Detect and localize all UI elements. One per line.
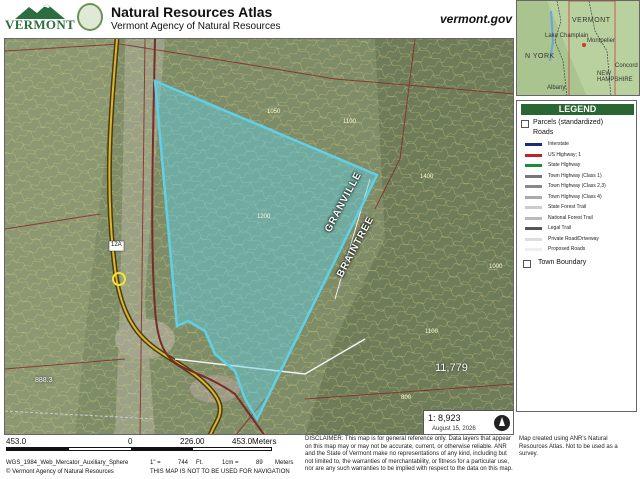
inset-label-concord: Concord <box>615 63 638 69</box>
credit-text: Map created using ANR's Natural Resource… <box>519 436 618 457</box>
legend-road-swatch <box>525 248 542 251</box>
inset-locator-map[interactable]: VERMONT Lake Champlain Montpelier N YORK… <box>516 0 640 96</box>
legend-road-label: Legal Trail <box>548 225 572 231</box>
legend-road-label: Town Highway (Class 1) <box>548 172 602 179</box>
map-date: August 15, 2026 <box>432 426 476 432</box>
contour-label: 1000 <box>489 264 503 270</box>
vermont-logo[interactable]: VERMONT <box>5 3 75 33</box>
inset-label-montpelier: Montpelier <box>587 38 616 44</box>
town-boundary-checkbox[interactable] <box>523 260 531 268</box>
legend-parcels-label: Parcels (standardized) <box>533 119 604 126</box>
legend-roads-label: Roads <box>533 129 554 136</box>
contour-label: 1100 <box>343 119 356 125</box>
scalebar-label: 0 <box>128 437 133 446</box>
route-shield: 12A <box>111 242 122 248</box>
legend-road-label: Private Road/Driveway <box>548 235 599 242</box>
scale-ratio: 1: 8,923 <box>428 413 461 423</box>
legend-road-label: Town Highway (Class 4) <box>548 193 602 200</box>
app-subtitle: Vermont Agency of Natural Resources <box>111 21 281 32</box>
ratio-cm-label: 1cm = <box>222 460 239 466</box>
projection-label: WGS_1984_Web_Mercator_Auxiliary_Sphere <box>6 460 129 466</box>
footer-bar: 453.0 0 226.00 453.0Meters WGS_1984_Web_… <box>0 436 640 479</box>
contour-label: 1100 <box>425 329 438 335</box>
legend-road-swatch <box>525 185 542 188</box>
ratio-inch-label: 1" = <box>150 460 161 466</box>
inset-label-vermont: VERMONT <box>572 17 611 24</box>
elevation-label: 11,779 <box>435 362 468 374</box>
parcels-layer-checkbox[interactable] <box>521 120 529 128</box>
legend-road-swatch <box>525 216 542 220</box>
inset-label-new-hampshire: NEW HAMPSHIRE <box>597 71 633 83</box>
disclaimer-text: DISCLAIMER: This map is for general refe… <box>305 436 513 472</box>
legend-road-label: Proposed Roads <box>548 246 586 252</box>
scalebar-label: 226.00 <box>180 437 205 446</box>
scalebar-label: 453.0Meters <box>232 437 277 446</box>
app-title: Natural Resources Atlas <box>111 4 273 20</box>
legend-road-swatch <box>525 164 542 167</box>
header: VERMONT Natural Resources Atlas Vermont … <box>0 0 514 38</box>
ratio-cm-value: 89 <box>256 460 263 466</box>
contour-label: 800 <box>401 395 412 401</box>
legend-road-label: State Forest Trail <box>548 204 587 210</box>
legend-road-swatch <box>525 153 542 157</box>
legend-road-swatch <box>525 143 542 146</box>
scalebar-label: 453.0 <box>6 437 27 446</box>
legend-road-label: Interstate <box>548 141 569 147</box>
legend-road-label: US Highway; 1 <box>548 151 582 158</box>
map-imagery <box>5 39 513 434</box>
contour-label: 1200 <box>257 214 271 220</box>
legend-road-swatch <box>525 195 542 199</box>
scale-info-box: 1: 8,923 August 15, 2026 <box>423 410 513 434</box>
legend-road-swatch <box>525 206 542 209</box>
legend-panel: LEGEND Parcels (standardized) Roads Inte… <box>516 100 637 412</box>
legend-town-boundary-label: Town Boundary <box>538 259 587 266</box>
site-link[interactable]: vermont.gov <box>440 12 512 26</box>
copyright-label: © Vermont Agency of Natural Resources <box>6 469 114 475</box>
legend-road-swatch <box>525 174 542 178</box>
state-name: VERMONT <box>5 17 75 32</box>
inset-label-new-york: N YORK <box>525 53 555 60</box>
inset-label-albany: Albany <box>547 85 566 91</box>
ratio-inch-value: 744 <box>178 460 189 466</box>
legend-road-swatch <box>525 237 542 241</box>
contour-label: 1400 <box>420 174 434 180</box>
map-canvas[interactable]: 1050 1200 1100 1400 1000 1100 800 GRANVI… <box>4 38 514 435</box>
feature-label: 888.3 <box>35 377 53 384</box>
navigation-warning: THIS MAP IS NOT TO BE USED FOR NAVIGATIO… <box>150 469 290 475</box>
anr-logo-icon[interactable] <box>77 3 103 31</box>
inset-label-lake: Lake Champlain <box>545 33 589 39</box>
legend-road-label: Town Highway (Class 2,3) <box>548 183 606 189</box>
legend-road-label: National Forest Trail <box>548 214 593 221</box>
legend-title: LEGEND <box>521 104 634 115</box>
legend-road-swatch <box>525 227 542 230</box>
contour-label: 1050 <box>267 109 281 115</box>
ratio-cm-unit: Meters <box>275 460 294 466</box>
legend-road-label: State Highway <box>548 162 581 168</box>
scale-bar <box>6 447 272 451</box>
ratio-inch-unit: Ft. <box>196 460 203 466</box>
north-arrow-icon <box>494 415 510 431</box>
